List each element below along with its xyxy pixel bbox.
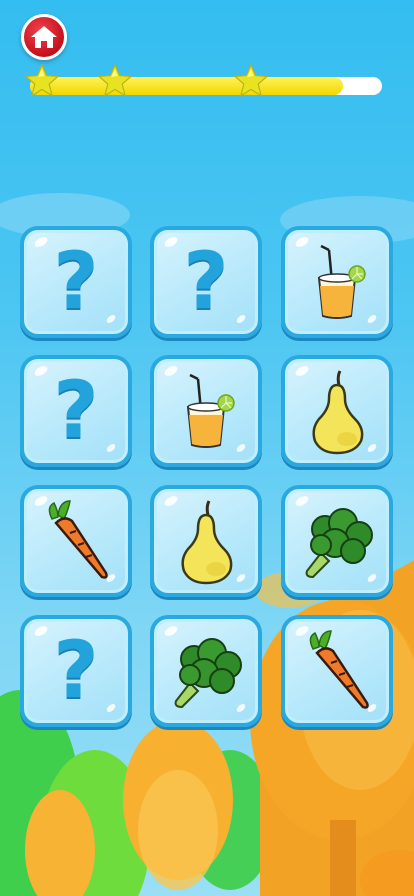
juice-icon <box>285 230 389 334</box>
progress-fill <box>30 77 343 95</box>
broccoli-icon <box>154 619 258 723</box>
hidden-card[interactable]: ? <box>150 226 262 338</box>
juice-icon <box>154 359 258 463</box>
hidden-card[interactable]: ? <box>20 615 132 727</box>
hidden-card[interactable]: ? <box>20 226 132 338</box>
revealed-card[interactable] <box>150 485 262 597</box>
revealed-card[interactable] <box>281 615 393 727</box>
question-mark: ? <box>53 237 99 327</box>
revealed-card[interactable] <box>20 485 132 597</box>
home-button[interactable] <box>21 14 67 60</box>
progress-star-icon <box>97 63 133 97</box>
question-mark: ? <box>183 237 229 327</box>
revealed-card[interactable] <box>281 226 393 338</box>
progress-star-icon <box>24 63 60 97</box>
carrot-icon <box>285 619 389 723</box>
revealed-card[interactable] <box>150 615 262 727</box>
home-icon <box>31 26 57 48</box>
level-progress-bar <box>30 77 382 95</box>
carrot-icon <box>24 489 128 593</box>
question-mark: ? <box>53 366 99 456</box>
pear-icon <box>154 489 258 593</box>
question-mark: ? <box>53 626 99 716</box>
revealed-card[interactable] <box>150 355 262 467</box>
hidden-card[interactable]: ? <box>20 355 132 467</box>
broccoli-icon <box>285 489 389 593</box>
progress-star-icon <box>233 63 269 97</box>
revealed-card[interactable] <box>281 355 393 467</box>
revealed-card[interactable] <box>281 485 393 597</box>
pear-icon <box>285 359 389 463</box>
